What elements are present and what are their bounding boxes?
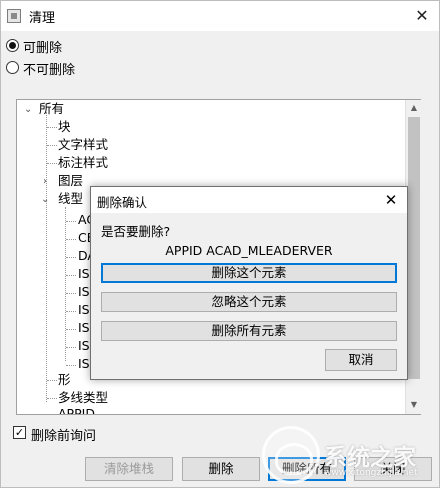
tree-item-block[interactable]: 块: [58, 119, 71, 135]
expand-icon[interactable]: ›: [43, 174, 47, 190]
scroll-thumb[interactable]: [408, 117, 420, 379]
dialog-title-bar: 删除确认 ✕: [91, 187, 407, 213]
purge-all-items-button[interactable]: 删除所有元素: [101, 321, 397, 341]
non-purgeable-radio[interactable]: [6, 61, 19, 74]
tree-item-mline-style[interactable]: 多线类型: [58, 390, 108, 406]
skip-this-item-button[interactable]: 忽略这个元素: [101, 292, 397, 312]
purge-this-item-button[interactable]: 删除这个元素: [101, 263, 397, 283]
purge-confirm-dialog: 删除确认 ✕ 是否要删除? APPID ACAD_MLEADERVER 删除这个…: [90, 186, 408, 380]
non-purgeable-label[interactable]: 不可删除: [23, 59, 75, 78]
tree-item-regapp[interactable]: APPID: [58, 406, 95, 414]
purgeable-radio[interactable]: [6, 39, 19, 52]
close-icon[interactable]: ✕: [379, 189, 403, 211]
tree-item-shape[interactable]: 形: [58, 372, 71, 388]
app-icon: [7, 9, 21, 23]
purgeable-label[interactable]: 可删除: [23, 37, 62, 56]
window-title: 清理: [29, 11, 56, 26]
close-button[interactable]: 关闭: [354, 457, 432, 481]
tree-item-linetype[interactable]: 线型: [58, 191, 83, 207]
dialog-title: 删除确认: [97, 195, 148, 210]
dialog-item-name: APPID ACAD_MLEADERVER: [165, 243, 333, 258]
clear-unused-button[interactable]: 清除堆栈: [85, 457, 173, 481]
collapse-icon[interactable]: ⌄: [41, 192, 49, 208]
title-bar: 清理 ✕: [1, 1, 439, 31]
purge-all-button[interactable]: 删除所有: [268, 457, 346, 481]
tree-item-dim-style[interactable]: 标注样式: [58, 155, 108, 171]
scroll-down-icon[interactable]: ▼: [406, 397, 422, 413]
collapse-icon[interactable]: ⌄: [24, 102, 32, 118]
tree-root-all[interactable]: 所有: [39, 101, 64, 117]
dialog-question: 是否要删除?: [101, 224, 171, 239]
confirm-checkbox[interactable]: ✓: [13, 426, 26, 439]
tree-item-text-style[interactable]: 文字样式: [58, 137, 108, 153]
confirm-checkbox-label[interactable]: 删除前询问: [31, 425, 96, 444]
purge-button[interactable]: 删除: [182, 457, 260, 481]
tree-item-layer[interactable]: 图层: [58, 173, 83, 189]
cancel-button[interactable]: 取消: [325, 349, 397, 371]
close-icon[interactable]: ✕: [409, 5, 435, 27]
scroll-up-icon[interactable]: ▲: [406, 100, 422, 116]
